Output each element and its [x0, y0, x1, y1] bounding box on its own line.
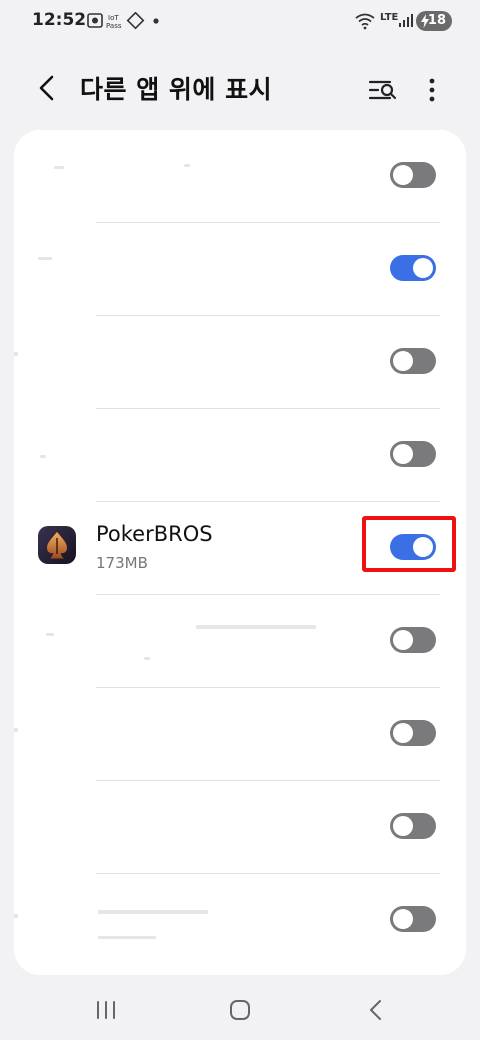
- redacted-text: [14, 914, 18, 918]
- charging-icon: [421, 14, 429, 28]
- redacted-text: [98, 910, 208, 914]
- app-toggle[interactable]: [390, 162, 436, 188]
- redacted-text: [184, 164, 190, 167]
- search-list-icon: [368, 80, 397, 100]
- notification-icons: IoT Pass: [87, 12, 159, 30]
- redacted-text: [40, 455, 46, 458]
- app-bar: 다른 앱 위에 표시: [0, 58, 480, 118]
- recent-apps-button[interactable]: [86, 990, 126, 1030]
- redacted-text: [14, 352, 18, 356]
- app-toggle[interactable]: [390, 255, 436, 281]
- app-toggle[interactable]: [390, 348, 436, 374]
- home-icon: [230, 1000, 250, 1020]
- battery-level: 18: [427, 13, 446, 28]
- status-bar: 12:52 IoT Pass LTE 18: [0, 0, 480, 42]
- more-vertical-icon: [429, 78, 435, 102]
- battery-indicator: 18: [416, 11, 452, 31]
- app-list-item[interactable]: [14, 316, 466, 409]
- app-list-item[interactable]: [14, 688, 466, 781]
- toggle-knob: [393, 165, 413, 185]
- app-toggle[interactable]: [390, 627, 436, 653]
- signal-icon: [399, 14, 413, 27]
- app-size: 173MB: [96, 554, 148, 572]
- redacted-text: [46, 633, 54, 636]
- app-list-item[interactable]: [14, 595, 466, 688]
- app-name: PokerBROS: [96, 522, 213, 546]
- status-time: 12:52: [32, 10, 87, 30]
- back-nav-button[interactable]: [356, 990, 396, 1030]
- search-button[interactable]: [366, 72, 402, 108]
- redacted-text: [196, 625, 316, 629]
- back-button[interactable]: [30, 70, 66, 106]
- app-list-item[interactable]: [14, 409, 466, 502]
- svg-text:IoT: IoT: [108, 14, 119, 22]
- toggle-knob: [393, 351, 413, 371]
- app-toggle[interactable]: [390, 441, 436, 467]
- chevron-left-icon: [39, 75, 54, 101]
- home-button[interactable]: [220, 990, 260, 1030]
- app-toggle[interactable]: [390, 720, 436, 746]
- page-title: 다른 앱 위에 표시: [80, 75, 273, 104]
- app-list-item[interactable]: [14, 874, 466, 967]
- toggle-knob: [393, 630, 413, 650]
- redacted-text: [144, 657, 150, 660]
- navigation-bar: [0, 980, 480, 1040]
- wifi-icon: [355, 13, 375, 30]
- app-toggle[interactable]: [390, 906, 436, 932]
- highlight-box: [362, 516, 456, 572]
- svg-text:Pass: Pass: [106, 22, 122, 30]
- redacted-text: [54, 166, 64, 169]
- toggle-knob: [413, 258, 433, 278]
- app-list-item[interactable]: [14, 130, 466, 223]
- toggle-knob: [393, 444, 413, 464]
- pokerbros-logo-icon: [38, 526, 76, 564]
- redacted-text: [38, 257, 52, 260]
- more-options-button[interactable]: [414, 72, 450, 108]
- redacted-text: [98, 936, 156, 939]
- app-list-item[interactable]: [14, 223, 466, 316]
- app-list-item[interactable]: [14, 781, 466, 874]
- recent-apps-icon: [97, 1001, 115, 1019]
- redacted-text: [14, 728, 18, 732]
- toggle-knob: [393, 816, 413, 836]
- app-list: PokerBROS 173MB: [14, 130, 466, 975]
- network-type: LTE: [380, 12, 399, 23]
- app-toggle[interactable]: [390, 813, 436, 839]
- toggle-knob: [393, 909, 413, 929]
- toggle-knob: [393, 723, 413, 743]
- back-nav-icon: [370, 1000, 381, 1020]
- pokerbros-app-icon: [38, 526, 76, 564]
